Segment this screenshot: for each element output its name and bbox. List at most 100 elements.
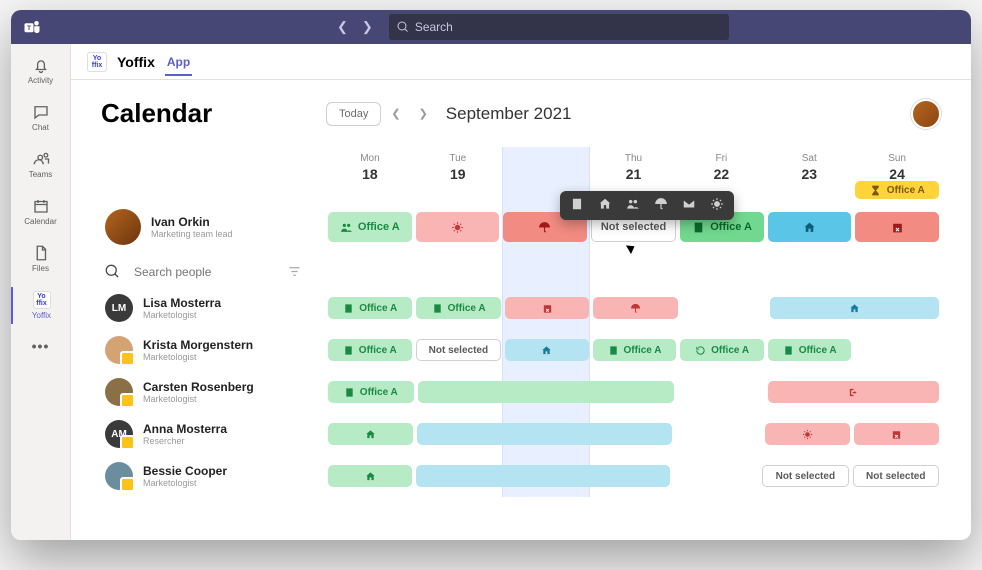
home-icon <box>365 471 376 482</box>
day-header[interactable]: Mon18 <box>326 147 414 194</box>
pick-home-icon[interactable] <box>598 197 612 214</box>
pick-umbrella-icon[interactable] <box>654 197 668 214</box>
status-cell[interactable] <box>674 465 758 487</box>
redo-icon <box>695 345 706 356</box>
status-cell[interactable] <box>676 423 761 445</box>
status-cell[interactable] <box>765 423 850 445</box>
status-cell[interactable]: Office A <box>680 339 764 361</box>
prev-week-button[interactable]: ❮ <box>391 107 400 120</box>
search-people-input[interactable] <box>134 265 244 279</box>
rail-yoffix[interactable]: YoffixYoffix <box>11 287 70 324</box>
status-cell[interactable] <box>505 297 589 319</box>
search-icon[interactable] <box>105 264 120 279</box>
status-cell[interactable] <box>505 339 589 361</box>
calx-icon <box>542 303 553 314</box>
exit-icon <box>848 387 859 398</box>
umbrella-icon <box>538 221 551 234</box>
status-cell[interactable] <box>416 212 500 242</box>
home-icon <box>541 345 552 356</box>
status-cell[interactable]: Office A <box>328 297 412 319</box>
building-icon <box>608 345 619 356</box>
calendar-icon <box>32 197 50 215</box>
person-row: Carsten Rosenberg Marketologist Office A <box>101 371 941 413</box>
sat-pill[interactable]: Office A <box>855 181 939 199</box>
person-name: Bessie Cooper <box>143 464 227 478</box>
rail-teams[interactable]: Teams <box>15 146 67 183</box>
status-cell[interactable] <box>417 423 672 445</box>
global-search[interactable]: Search <box>389 14 729 40</box>
primary-avatar <box>105 209 141 245</box>
status-cell[interactable]: Office A <box>416 297 500 319</box>
rail-activity[interactable]: Activity <box>15 52 67 89</box>
day-header[interactable]: Fri22 <box>677 147 765 194</box>
virus-icon <box>802 429 813 440</box>
teams-logo-icon: T <box>23 18 41 36</box>
person-avatar <box>105 462 133 490</box>
status-cell[interactable] <box>418 381 675 403</box>
status-cell[interactable]: Office A <box>593 339 677 361</box>
person-avatar <box>105 336 133 364</box>
status-cell[interactable]: Not selected <box>762 465 848 487</box>
primary-user-row: Ivan Orkin Marketing team lead Office A <box>101 200 941 254</box>
person-name: Carsten Rosenberg <box>143 380 254 394</box>
umbrella-icon <box>630 303 641 314</box>
pick-mail-icon[interactable] <box>682 197 696 214</box>
teams-icon <box>32 150 50 168</box>
search-placeholder: Search <box>415 20 453 34</box>
virus-icon <box>451 221 464 234</box>
status-cell[interactable] <box>768 212 852 242</box>
app-rail: Activity Chat Teams Calendar Files Yoffi… <box>11 44 71 540</box>
rail-chat[interactable]: Chat <box>15 99 67 136</box>
status-cell[interactable] <box>416 465 669 487</box>
filter-icon[interactable] <box>287 264 302 279</box>
back-button[interactable]: ❮ <box>333 19 352 35</box>
calx-icon <box>891 429 902 440</box>
status-cell[interactable]: Office A <box>328 381 414 403</box>
status-cell[interactable]: Office A <box>768 339 852 361</box>
status-cell[interactable] <box>855 339 939 361</box>
home-icon <box>849 303 860 314</box>
rail-calendar[interactable]: Calendar <box>15 193 67 230</box>
pick-office-icon[interactable] <box>570 197 584 214</box>
status-cell[interactable]: Not selected <box>853 465 939 487</box>
status-cell[interactable] <box>682 297 766 319</box>
person-role: Resercher <box>143 436 227 446</box>
pick-virus-icon[interactable] <box>710 197 724 214</box>
tab-app[interactable]: App <box>165 47 192 76</box>
status-cell[interactable]: Office A <box>328 212 412 242</box>
next-week-button[interactable]: ❯ <box>419 107 428 120</box>
building-icon <box>432 303 443 314</box>
app-name: Yoffix <box>117 54 155 70</box>
status-cell[interactable] <box>328 465 412 487</box>
status-cell[interactable] <box>328 423 413 445</box>
pick-people-icon[interactable] <box>626 197 640 214</box>
rail-more[interactable]: ••• <box>15 334 67 358</box>
status-cell[interactable]: Not selected <box>416 339 502 361</box>
rail-files[interactable]: Files <box>15 240 67 277</box>
titlebar: T ❮ ❯ Search <box>11 10 971 44</box>
status-picker-popover <box>560 191 734 220</box>
home-icon <box>803 221 816 234</box>
person-role: Marketologist <box>143 352 253 362</box>
home-icon <box>365 429 376 440</box>
forward-button[interactable]: ❯ <box>358 19 377 35</box>
day-header[interactable]: Tue19 <box>414 147 502 194</box>
status-cell[interactable] <box>678 381 764 403</box>
person-role: Marketologist <box>143 394 254 404</box>
person-avatar: LM <box>105 294 133 322</box>
yoffix-icon: Yoffix <box>33 291 51 309</box>
person-role: Marketologist <box>143 478 227 488</box>
day-header[interactable]: Thu21 <box>590 147 678 194</box>
day-header[interactable]: Sat23 <box>765 147 853 194</box>
status-cell[interactable] <box>768 381 939 403</box>
current-user-avatar[interactable] <box>911 99 941 129</box>
people-icon <box>340 221 353 234</box>
person-name: Anna Mosterra <box>143 422 227 436</box>
status-cell[interactable]: Office A <box>328 339 412 361</box>
today-button[interactable]: Today <box>326 102 381 126</box>
status-cell[interactable] <box>855 212 939 242</box>
status-cell[interactable] <box>770 297 939 319</box>
files-icon <box>32 244 50 262</box>
status-cell[interactable] <box>593 297 677 319</box>
status-cell[interactable] <box>854 423 939 445</box>
